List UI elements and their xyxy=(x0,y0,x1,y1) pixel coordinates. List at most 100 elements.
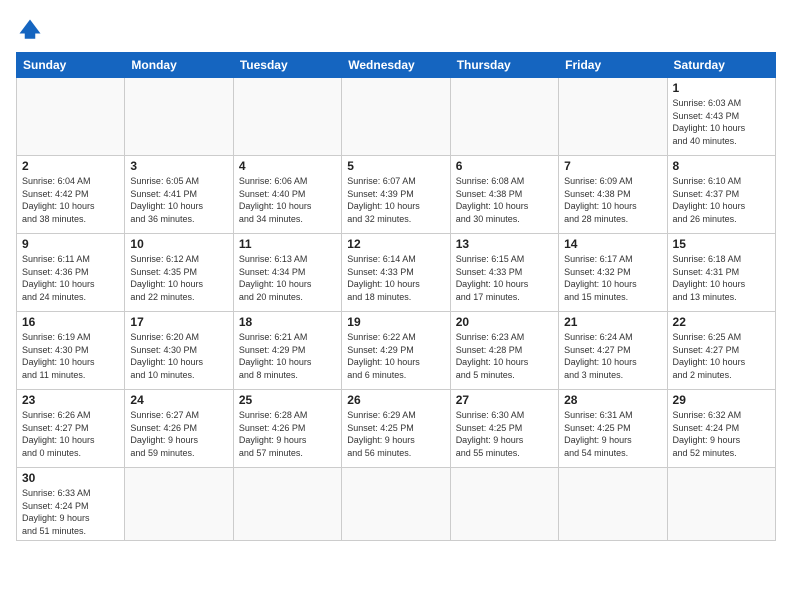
calendar-week-row: 23 Sunrise: 6:26 AM Sunset: 4:27 PM Dayli… xyxy=(17,390,776,468)
day-info: Sunrise: 6:04 AM Sunset: 4:42 PM Dayligh… xyxy=(22,175,119,225)
calendar-cell: 3Sunrise: 6:05 AM Sunset: 4:41 PM Daylig… xyxy=(125,156,233,234)
weekday-monday: Monday xyxy=(125,53,233,78)
day-number: 11 xyxy=(239,237,336,251)
day-info: Sunrise: 6:09 AM Sunset: 4:38 PM Dayligh… xyxy=(564,175,661,225)
calendar-cell: 20 Sunrise: 6:23 AM Sunset: 4:28 PM Dayli… xyxy=(450,312,558,390)
day-info: Sunrise: 6:20 AM Sunset: 4:30 PM Dayligh… xyxy=(130,331,227,381)
calendar-cell xyxy=(342,78,450,156)
calendar-cell: 2 Sunrise: 6:04 AM Sunset: 4:42 PM Daylig… xyxy=(17,156,125,234)
day-info: Sunrise: 6:29 AM Sunset: 4:25 PM Dayligh… xyxy=(347,409,444,459)
calendar-cell: 11 Sunrise: 6:13 AM Sunset: 4:34 PM Dayli… xyxy=(233,234,341,312)
day-number: 4 xyxy=(239,159,336,173)
day-number: 15 xyxy=(673,237,770,251)
calendar-cell xyxy=(125,78,233,156)
calendar-cell: 9Sunrise: 6:11 AM Sunset: 4:36 PM Daylig… xyxy=(17,234,125,312)
calendar-cell xyxy=(17,78,125,156)
weekday-tuesday: Tuesday xyxy=(233,53,341,78)
page: SundayMondayTuesdayWednesdayThursdayFrid… xyxy=(0,0,792,612)
calendar-cell: 24 Sunrise: 6:27 AM Sunset: 4:26 PM Dayli… xyxy=(125,390,233,468)
calendar-cell: 29 Sunrise: 6:32 AM Sunset: 4:24 PM Dayli… xyxy=(667,390,775,468)
calendar-cell: 6 Sunrise: 6:08 AM Sunset: 4:38 PM Daylig… xyxy=(450,156,558,234)
calendar-cell: 15 Sunrise: 6:18 AM Sunset: 4:31 PM Dayli… xyxy=(667,234,775,312)
day-info: Sunrise: 6:18 AM Sunset: 4:31 PM Dayligh… xyxy=(673,253,770,303)
calendar-cell: 28Sunrise: 6:31 AM Sunset: 4:25 PM Dayli… xyxy=(559,390,667,468)
day-number: 30 xyxy=(22,471,119,485)
calendar-cell: 16 Sunrise: 6:19 AM Sunset: 4:30 PM Dayli… xyxy=(17,312,125,390)
day-info: Sunrise: 6:23 AM Sunset: 4:28 PM Dayligh… xyxy=(456,331,553,381)
day-number: 23 xyxy=(22,393,119,407)
calendar-cell xyxy=(450,468,558,541)
day-number: 7 xyxy=(564,159,661,173)
day-number: 1 xyxy=(673,81,770,95)
calendar-cell: 19Sunrise: 6:22 AM Sunset: 4:29 PM Dayli… xyxy=(342,312,450,390)
calendar-week-row: 2 Sunrise: 6:04 AM Sunset: 4:42 PM Daylig… xyxy=(17,156,776,234)
day-number: 25 xyxy=(239,393,336,407)
day-info: Sunrise: 6:17 AM Sunset: 4:32 PM Dayligh… xyxy=(564,253,661,303)
day-number: 24 xyxy=(130,393,227,407)
day-info: Sunrise: 6:30 AM Sunset: 4:25 PM Dayligh… xyxy=(456,409,553,459)
day-number: 6 xyxy=(456,159,553,173)
day-number: 14 xyxy=(564,237,661,251)
day-info: Sunrise: 6:21 AM Sunset: 4:29 PM Dayligh… xyxy=(239,331,336,381)
header xyxy=(16,16,776,44)
day-info: Sunrise: 6:06 AM Sunset: 4:40 PM Dayligh… xyxy=(239,175,336,225)
calendar-table: SundayMondayTuesdayWednesdayThursdayFrid… xyxy=(16,52,776,541)
calendar-cell: 25 Sunrise: 6:28 AM Sunset: 4:26 PM Dayli… xyxy=(233,390,341,468)
day-info: Sunrise: 6:08 AM Sunset: 4:38 PM Dayligh… xyxy=(456,175,553,225)
day-number: 29 xyxy=(673,393,770,407)
calendar-week-row: 9Sunrise: 6:11 AM Sunset: 4:36 PM Daylig… xyxy=(17,234,776,312)
weekday-wednesday: Wednesday xyxy=(342,53,450,78)
day-info: Sunrise: 6:28 AM Sunset: 4:26 PM Dayligh… xyxy=(239,409,336,459)
day-number: 10 xyxy=(130,237,227,251)
day-number: 13 xyxy=(456,237,553,251)
calendar-cell: 8Sunrise: 6:10 AM Sunset: 4:37 PM Daylig… xyxy=(667,156,775,234)
day-info: Sunrise: 6:27 AM Sunset: 4:26 PM Dayligh… xyxy=(130,409,227,459)
day-info: Sunrise: 6:14 AM Sunset: 4:33 PM Dayligh… xyxy=(347,253,444,303)
day-number: 2 xyxy=(22,159,119,173)
day-number: 26 xyxy=(347,393,444,407)
day-info: Sunrise: 6:07 AM Sunset: 4:39 PM Dayligh… xyxy=(347,175,444,225)
calendar-cell: 12 Sunrise: 6:14 AM Sunset: 4:33 PM Dayli… xyxy=(342,234,450,312)
calendar-cell xyxy=(233,78,341,156)
day-info: Sunrise: 6:10 AM Sunset: 4:37 PM Dayligh… xyxy=(673,175,770,225)
day-number: 18 xyxy=(239,315,336,329)
calendar-cell: 17Sunrise: 6:20 AM Sunset: 4:30 PM Dayli… xyxy=(125,312,233,390)
day-info: Sunrise: 6:33 AM Sunset: 4:24 PM Dayligh… xyxy=(22,487,119,537)
calendar-cell: 18 Sunrise: 6:21 AM Sunset: 4:29 PM Dayli… xyxy=(233,312,341,390)
calendar-cell: 21Sunrise: 6:24 AM Sunset: 4:27 PM Dayli… xyxy=(559,312,667,390)
calendar-cell: 13Sunrise: 6:15 AM Sunset: 4:33 PM Dayli… xyxy=(450,234,558,312)
day-number: 20 xyxy=(456,315,553,329)
day-info: Sunrise: 6:32 AM Sunset: 4:24 PM Dayligh… xyxy=(673,409,770,459)
calendar-cell: 4 Sunrise: 6:06 AM Sunset: 4:40 PM Daylig… xyxy=(233,156,341,234)
calendar-week-row: 1 Sunrise: 6:03 AM Sunset: 4:43 PM Daylig… xyxy=(17,78,776,156)
calendar-cell: 30 Sunrise: 6:33 AM Sunset: 4:24 PM Dayli… xyxy=(17,468,125,541)
day-info: Sunrise: 6:25 AM Sunset: 4:27 PM Dayligh… xyxy=(673,331,770,381)
day-number: 22 xyxy=(673,315,770,329)
calendar-cell xyxy=(233,468,341,541)
calendar-cell: 7 Sunrise: 6:09 AM Sunset: 4:38 PM Daylig… xyxy=(559,156,667,234)
weekday-sunday: Sunday xyxy=(17,53,125,78)
calendar-cell xyxy=(667,468,775,541)
day-number: 16 xyxy=(22,315,119,329)
calendar-cell: 14 Sunrise: 6:17 AM Sunset: 4:32 PM Dayli… xyxy=(559,234,667,312)
calendar-week-row: 16 Sunrise: 6:19 AM Sunset: 4:30 PM Dayli… xyxy=(17,312,776,390)
day-info: Sunrise: 6:22 AM Sunset: 4:29 PM Dayligh… xyxy=(347,331,444,381)
weekday-thursday: Thursday xyxy=(450,53,558,78)
weekday-friday: Friday xyxy=(559,53,667,78)
day-info: Sunrise: 6:13 AM Sunset: 4:34 PM Dayligh… xyxy=(239,253,336,303)
day-info: Sunrise: 6:12 AM Sunset: 4:35 PM Dayligh… xyxy=(130,253,227,303)
day-info: Sunrise: 6:26 AM Sunset: 4:27 PM Dayligh… xyxy=(22,409,119,459)
day-number: 3 xyxy=(130,159,227,173)
day-number: 12 xyxy=(347,237,444,251)
calendar-cell xyxy=(125,468,233,541)
calendar-cell: 26 Sunrise: 6:29 AM Sunset: 4:25 PM Dayli… xyxy=(342,390,450,468)
calendar-cell: 22 Sunrise: 6:25 AM Sunset: 4:27 PM Dayli… xyxy=(667,312,775,390)
logo-icon xyxy=(16,16,44,44)
weekday-header-row: SundayMondayTuesdayWednesdayThursdayFrid… xyxy=(17,53,776,78)
day-number: 28 xyxy=(564,393,661,407)
calendar-cell xyxy=(559,468,667,541)
calendar-cell: 27Sunrise: 6:30 AM Sunset: 4:25 PM Dayli… xyxy=(450,390,558,468)
day-info: Sunrise: 6:03 AM Sunset: 4:43 PM Dayligh… xyxy=(673,97,770,147)
day-info: Sunrise: 6:19 AM Sunset: 4:30 PM Dayligh… xyxy=(22,331,119,381)
day-number: 21 xyxy=(564,315,661,329)
